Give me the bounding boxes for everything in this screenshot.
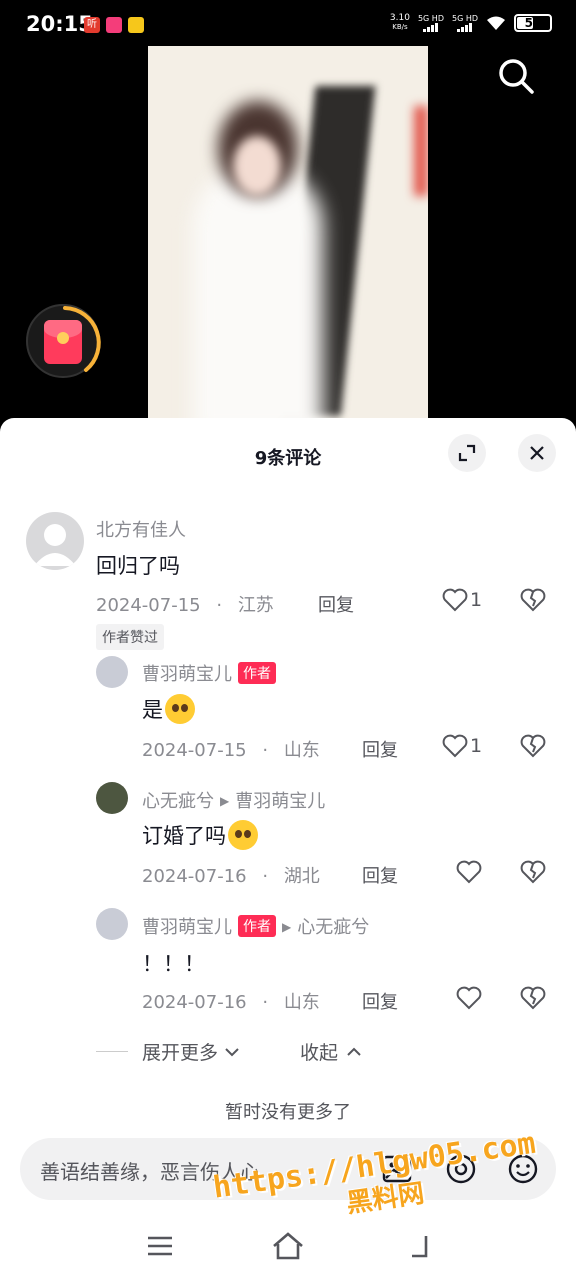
expand-icon [458, 444, 476, 462]
heart-icon[interactable] [456, 986, 482, 1010]
reply-button[interactable]: 回复 [362, 862, 398, 888]
collapse-button[interactable]: 收起 [300, 1038, 364, 1065]
battery-icon: 50 [514, 14, 552, 32]
author-tag: 作者 [238, 915, 276, 937]
comment-text: 回归了吗 [96, 554, 180, 578]
reply-username[interactable]: 曹羽萌宝儿 作者 [142, 660, 276, 686]
heart-icon [442, 734, 468, 758]
broken-heart-icon[interactable] [520, 588, 546, 612]
net-speed: 3.10 KB/s [389, 13, 410, 32]
reply-username[interactable]: 心无疵兮 ▶ 曹羽萌宝儿 [142, 787, 325, 813]
status-indicators: 3.10 KB/s 5G HD 5G HD 50 [390, 14, 552, 32]
divider [96, 1051, 128, 1052]
reply-text: 订婚了吗 [142, 820, 258, 850]
signal-sim1-icon: 5G HD [418, 14, 444, 32]
expand-more-button[interactable]: 展开更多 [96, 1038, 242, 1065]
reply-arrow-icon: ▶ [282, 920, 292, 934]
reply-button[interactable]: 回复 [362, 736, 398, 762]
heart-icon[interactable] [456, 860, 482, 884]
surprised-face-emoji-icon [228, 820, 258, 850]
back-icon[interactable] [396, 1226, 436, 1266]
wifi-icon [487, 16, 505, 30]
close-button[interactable] [518, 434, 556, 472]
search-icon[interactable] [496, 56, 536, 96]
home-icon[interactable] [268, 1226, 308, 1266]
ting-app-icon: 听 [84, 17, 100, 33]
comment-meta: 2024-07-15 · 江苏 [96, 595, 274, 616]
avatar[interactable] [96, 782, 128, 814]
reply-text: ！！！ [142, 952, 205, 976]
like-button[interactable]: 1 [442, 734, 482, 758]
chevron-up-icon [347, 1047, 361, 1056]
author-liked-badge: 作者赞过 [96, 624, 164, 650]
broken-heart-icon[interactable] [520, 734, 546, 758]
menu-icon[interactable] [140, 1226, 180, 1266]
reply-meta: 2024-07-16 · 山东 [142, 992, 320, 1013]
status-bar: 20:15 听 3.10 KB/s 5G HD 5G HD 50 [0, 0, 576, 46]
red-packet-icon [44, 320, 82, 364]
pleading-face-emoji-icon [165, 694, 195, 724]
author-tag: 作者 [238, 662, 276, 684]
default-avatar-icon [34, 524, 76, 566]
reply-meta: 2024-07-15 · 山东 [142, 740, 320, 761]
reply-arrow-icon: ▶ [220, 794, 230, 808]
avatar[interactable] [96, 656, 128, 688]
yellow-app-icon [128, 17, 144, 33]
reply-meta: 2024-07-16 · 湖北 [142, 866, 320, 887]
video-player[interactable] [0, 46, 576, 418]
heart-icon [442, 588, 468, 612]
fullscreen-button[interactable] [448, 434, 486, 472]
chevron-down-icon [225, 1047, 239, 1056]
clock: 20:15 [26, 12, 93, 36]
close-icon [530, 446, 544, 460]
notification-icons: 听 [84, 17, 144, 33]
avatar[interactable] [96, 908, 128, 940]
no-more-text: 暂时没有更多了 [225, 1102, 351, 1123]
signal-sim2-icon: 5G HD [452, 14, 478, 32]
broken-heart-icon[interactable] [520, 986, 546, 1010]
reply-button[interactable]: 回复 [318, 591, 354, 617]
video-frame [148, 46, 428, 418]
reply-text: 是 [142, 694, 195, 724]
broken-heart-icon[interactable] [520, 860, 546, 884]
red-packet-button[interactable] [26, 304, 101, 378]
reply-username[interactable]: 曹羽萌宝儿 作者 ▶ 心无疵兮 [142, 913, 369, 939]
comment-username[interactable]: 北方有佳人 [96, 516, 186, 542]
reply-button[interactable]: 回复 [362, 988, 398, 1014]
avatar[interactable] [26, 512, 84, 570]
like-button[interactable]: 1 [442, 588, 482, 612]
comments-title: 9条评论 [254, 448, 322, 469]
pink-app-icon [106, 17, 122, 33]
